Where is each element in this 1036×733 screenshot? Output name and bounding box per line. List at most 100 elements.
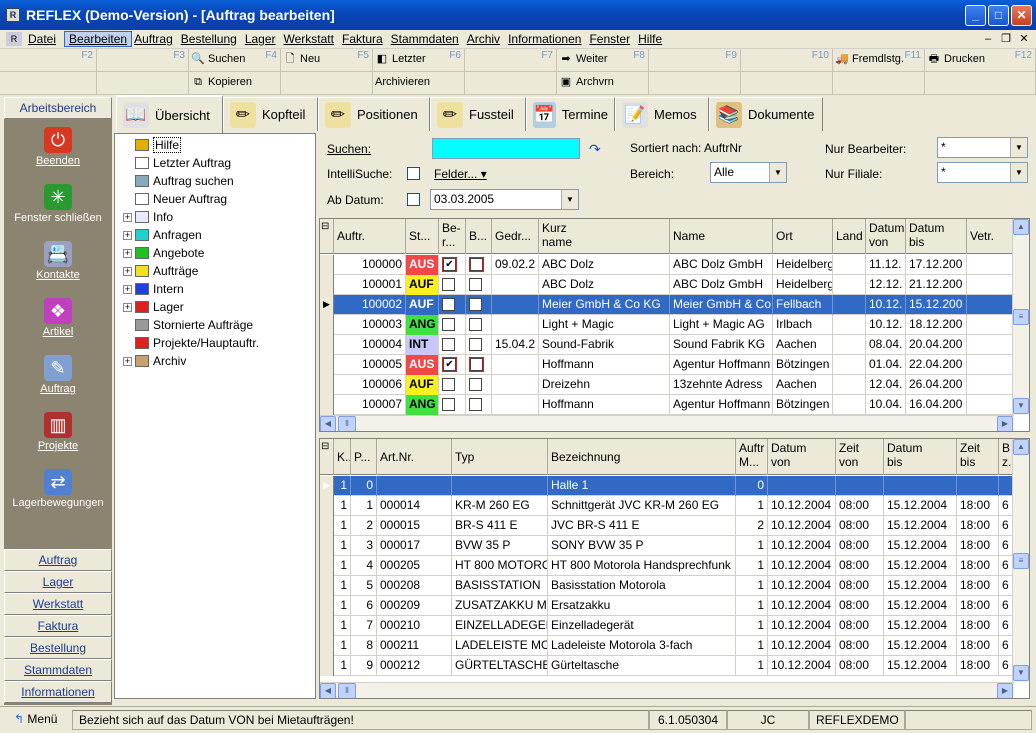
scroll-thumb[interactable]: ⦀ <box>338 683 356 698</box>
vertical-scrollbar[interactable]: ▲ ≡ ▼ <box>1012 219 1029 415</box>
horizontal-scrollbar[interactable]: ◀ ⦀ ▶ <box>320 415 1014 431</box>
app-icon[interactable]: R <box>6 8 20 22</box>
column-header[interactable]: Datum bis <box>884 439 957 475</box>
expand-icon[interactable]: + <box>123 284 132 294</box>
menu-hilfe[interactable]: Hilfe <box>638 32 668 46</box>
menu-lager[interactable]: Lager <box>245 32 282 46</box>
fkey-shift-8[interactable]: ▣ Archvrn <box>557 72 649 95</box>
fkey-f10[interactable]: F10 <box>741 49 833 72</box>
row-marker[interactable] <box>320 315 334 335</box>
workspace-button-bestellung[interactable]: Bestellung <box>4 637 112 659</box>
tab-termine[interactable]: 📅 Termine <box>526 97 615 131</box>
intellisuche-checkbox[interactable] <box>407 167 420 180</box>
fkey-shift-7[interactable] <box>465 72 557 95</box>
position-row[interactable]: 1 1 000014 KR-M 260 EG Schnittgerät JVC KR-M… <box>320 496 1017 516</box>
menu-datei[interactable]: Datei <box>28 32 62 46</box>
checkbox[interactable] <box>469 378 482 392</box>
tree-item-neuer-auftrag[interactable]: Neuer Auftrag <box>123 190 227 208</box>
fkey-f2[interactable]: F2 <box>0 49 97 72</box>
fkey-shift-6[interactable]: Archivieren <box>373 72 465 95</box>
menu-button[interactable]: ↰ Menü <box>8 710 72 730</box>
scroll-up-icon[interactable]: ▲ <box>1013 439 1029 455</box>
scroll-down-icon[interactable]: ▼ <box>1013 665 1029 681</box>
position-row[interactable]: 1 9 000212 GÜRTELTASCHE Gürteltasche 1 10.12.2… <box>320 656 1017 676</box>
menu-stammdaten[interactable]: Stammdaten <box>391 32 465 46</box>
scroll-right-icon[interactable]: ▶ <box>997 416 1013 431</box>
expand-icon[interactable]: + <box>123 266 132 276</box>
order-row[interactable]: 100007 ANG Hoffmann Agentur Hoffmann Bötzing… <box>320 395 1027 415</box>
scroll-left-icon[interactable]: ◀ <box>320 416 336 431</box>
fkey-shift-11[interactable] <box>833 72 925 95</box>
workspace-button-werkstatt[interactable]: Werkstatt <box>4 593 112 615</box>
row-marker[interactable] <box>320 556 334 576</box>
fkey-shift-4[interactable]: ⧉ Kopieren <box>189 72 281 95</box>
checkbox[interactable] <box>442 338 455 352</box>
grid-settings-icon[interactable]: ⊟ <box>320 439 334 475</box>
vertical-scrollbar[interactable]: ▲ ≡ ▼ <box>1012 439 1029 682</box>
tree-item-letzter-auftrag[interactable]: Letzter Auftrag <box>123 154 231 172</box>
column-header[interactable]: Auftr M... <box>736 439 768 475</box>
expand-icon[interactable]: + <box>123 230 132 240</box>
tab-dokumente[interactable]: 📚 Dokumente <box>709 97 823 131</box>
refresh-search-icon[interactable]: ↷ <box>589 141 601 158</box>
tab-fussteil[interactable]: ✏ Fussteil <box>430 97 526 131</box>
column-header[interactable]: K... <box>334 439 351 475</box>
position-row[interactable]: 1 3 000017 BVW 35 P SONY BVW 35 P 1 10.12.2004… <box>320 536 1017 556</box>
fkey-shift-5[interactable] <box>281 72 373 95</box>
row-marker[interactable] <box>320 636 334 656</box>
workspace-header[interactable]: Arbeitsbereich <box>4 97 112 119</box>
chevron-down-icon[interactable]: ▼ <box>1010 163 1027 182</box>
expand-icon[interactable]: + <box>123 356 132 366</box>
workspace-button-faktura[interactable]: Faktura <box>4 615 112 637</box>
workspace-item-fenster-schlie-en[interactable]: ✳ Fenster schließen <box>4 184 112 224</box>
tree-item-stornierte-auftr-ge[interactable]: Stornierte Aufträge <box>123 316 253 334</box>
tree-item-anfragen[interactable]: + Anfragen <box>123 226 202 244</box>
checkbox[interactable] <box>442 298 455 312</box>
column-header[interactable]: Datum von <box>768 439 836 475</box>
datum-checkbox[interactable] <box>407 193 420 206</box>
menu-archiv[interactable]: Archiv <box>467 32 506 46</box>
position-row[interactable]: 18000211LADELEISTE MOTOROLALadeleiste Mo… <box>320 636 1017 656</box>
column-header[interactable]: Art.Nr. <box>377 439 452 475</box>
position-row[interactable]: 1 2 000015 BR-S 411 E JVC BR-S 411 E 2 10.12.2… <box>320 516 1017 536</box>
current-row-icon[interactable]: ▶ <box>320 295 334 315</box>
position-row[interactable]: ▶ 1 0 Halle 10 <box>320 476 1017 496</box>
tree-item-auftrag-suchen[interactable]: Auftrag suchen <box>123 172 234 190</box>
workspace-button-auftrag[interactable]: Auftrag <box>4 549 112 571</box>
column-header[interactable]: Land <box>833 219 866 254</box>
order-row[interactable]: 100003 ANG Light + Magic Light + Magic AG Ir… <box>320 315 1027 335</box>
fkey-shift-2[interactable] <box>0 72 97 95</box>
column-header[interactable]: Zeit bis <box>957 439 999 475</box>
menu-fenster[interactable]: Fenster <box>589 32 636 46</box>
workspace-item-auftrag[interactable]: ✎ Auftrag <box>4 355 112 395</box>
checkbox[interactable]: ✔ <box>443 258 456 272</box>
felder-button[interactable]: Felder... ▾ <box>434 167 487 181</box>
tab-memos[interactable]: 📝 Memos <box>615 97 709 131</box>
checkbox[interactable] <box>442 398 455 412</box>
column-header[interactable]: Kurz name <box>539 219 670 254</box>
fkey-f9[interactable]: F9 <box>649 49 741 72</box>
mdi-minimize-icon[interactable]: – <box>980 32 996 46</box>
tab-kopfteil[interactable]: ✏ Kopfteil <box>223 97 318 131</box>
horizontal-scrollbar[interactable]: ◀ ⦀ ▶ <box>320 682 1014 698</box>
scroll-left-icon[interactable]: ◀ <box>320 683 336 698</box>
position-row[interactable]: 16000209ZUSATZAKKU MOTOROLAErsatzakku110… <box>320 596 1017 616</box>
column-header[interactable]: Auftr. <box>334 219 406 254</box>
position-row[interactable]: 14000205HT 800 MOTOROLAHT 800 Motorola H… <box>320 556 1017 576</box>
fkey-shift-12[interactable] <box>925 72 1036 95</box>
row-marker[interactable] <box>320 616 334 636</box>
row-marker[interactable] <box>320 355 334 375</box>
mdi-restore-icon[interactable]: ❐ <box>998 32 1014 46</box>
fkey-shift-3[interactable] <box>97 72 189 95</box>
column-header[interactable]: Ort <box>773 219 833 254</box>
minimize-button[interactable]: _ <box>965 5 986 26</box>
menu-informationen[interactable]: Informationen <box>508 32 587 46</box>
workspace-button-lager[interactable]: Lager <box>4 571 112 593</box>
scroll-down-icon[interactable]: ▼ <box>1013 398 1029 414</box>
column-header[interactable]: B... <box>466 219 492 254</box>
column-header[interactable]: St... <box>406 219 439 254</box>
scroll-thumb[interactable]: ⦀ <box>338 416 356 431</box>
row-marker[interactable] <box>320 536 334 556</box>
close-button[interactable]: ✕ <box>1011 5 1032 26</box>
column-header[interactable]: Zeit von <box>836 439 884 475</box>
